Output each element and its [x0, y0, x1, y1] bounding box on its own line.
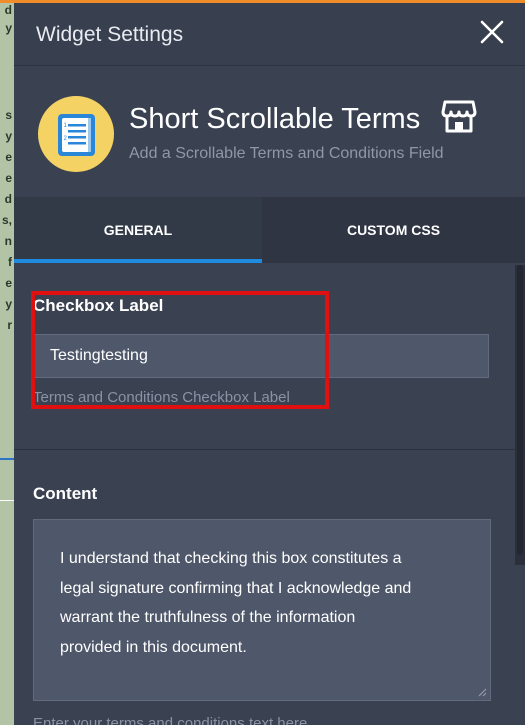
content-textarea[interactable]: I understand that checking this box cons… [33, 519, 491, 701]
close-icon[interactable] [479, 19, 505, 45]
background-text-fragment: f [8, 255, 12, 269]
background-text-fragment: n [4, 234, 12, 248]
panel-title: Widget Settings [36, 23, 184, 46]
background-text-fragment: s [5, 108, 12, 122]
content-helper: Enter your terms and conditions text her… [33, 715, 308, 725]
panel-scrollbar[interactable] [515, 265, 525, 565]
scrollbar-thumb[interactable] [517, 265, 523, 555]
active-tab-indicator [14, 259, 262, 263]
store-icon[interactable] [439, 96, 479, 136]
background-text-fragment: y [5, 297, 12, 311]
background-blue-line [0, 458, 14, 460]
tab-general[interactable]: GENERAL [14, 197, 262, 263]
content-line: legal signature confirming that I acknow… [60, 579, 412, 597]
resize-handle-icon[interactable] [478, 688, 487, 697]
content-line: warrant the truthfulness of the informat… [60, 609, 356, 626]
background-divider [0, 500, 14, 501]
background-text-fragment: d [4, 192, 12, 206]
list-document-icon: 1 2 [38, 96, 114, 172]
checkbox-label-input[interactable]: Testingtesting [33, 334, 489, 378]
widget-description: Add a Scrollable Terms and Conditions Fi… [129, 145, 444, 162]
panel-header: Widget Settings [14, 3, 525, 66]
background-text-fragment: y [5, 21, 12, 35]
background-text-fragment: e [5, 276, 12, 290]
checkbox-label-heading: Checkbox Label [33, 296, 164, 315]
widget-info: 1 2 Short Scrollable Terms Add a Scrolla… [14, 66, 525, 197]
content-heading: Content [33, 484, 98, 503]
content-line: provided in this document. [60, 638, 247, 656]
background-text-fragment: d [4, 3, 12, 17]
content-line: I understand that checking this box cons… [60, 550, 402, 567]
checkbox-label-helper: Terms and Conditions Checkbox Label [33, 389, 290, 406]
widget-name: Short Scrollable Terms [129, 103, 421, 135]
background-text-fragment: e [5, 171, 12, 185]
background-form-strip: d y s y e e d s, n f e y r [0, 3, 14, 725]
tab-custom-css[interactable]: CUSTOM CSS [262, 197, 525, 263]
background-text-fragment: e [5, 150, 12, 164]
widget-settings-panel: Widget Settings 1 2 Short Scrollable Ter… [14, 3, 525, 725]
settings-tabs: GENERAL CUSTOM CSS [14, 197, 525, 263]
background-text-fragment: y [5, 129, 12, 143]
background-text-fragment: s, [1, 213, 12, 227]
background-text-fragment: r [7, 318, 12, 332]
section-divider [14, 449, 525, 450]
